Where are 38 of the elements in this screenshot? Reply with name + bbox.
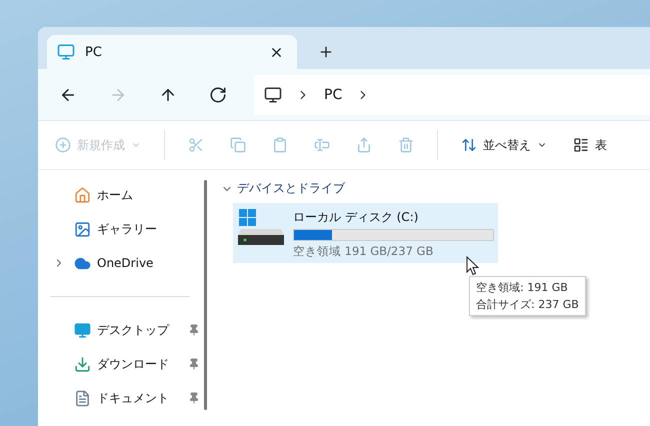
group-header[interactable]: デバイスとドライブ [221,180,650,197]
monitor-icon [57,43,75,61]
monitor-icon [264,86,282,104]
sidebar-item[interactable]: デスクトップ [50,313,200,347]
sort-arrows-icon [461,137,477,153]
tooltip-line: 空き領域: 191 GB [476,280,569,296]
scissors-icon [188,137,204,153]
refresh-icon [209,86,227,104]
tab-title: PC [85,44,103,60]
plus-circle-icon [55,137,71,153]
house-icon [74,186,91,204]
picture-icon [74,220,91,238]
view-button[interactable]: 表 [570,134,610,156]
text-cursor-icon [314,137,330,153]
breadcrumb[interactable]: PC [324,86,342,102]
tab[interactable]: PC [47,35,297,69]
tooltip-line: 合計サイズ: 237 GB [476,297,579,313]
plus-icon [318,44,334,60]
sidebar-item[interactable]: OneDrive [50,246,200,280]
drive-icon [237,207,285,247]
sidebar-item[interactable]: ギャラリー [50,212,200,246]
desktop-icon [74,322,91,338]
share-icon [356,137,372,153]
sidebar-item[interactable]: ドキュメント [50,381,200,415]
address-bar[interactable]: PC [254,74,650,114]
sidebar-item[interactable]: ダウンロード [50,347,200,381]
drive-name: ローカル ディスク (C:) [293,209,420,226]
list-view-icon [573,137,589,153]
scrollbar[interactable] [204,180,207,410]
drive-tile[interactable]: ローカル ディスク (C:) 空き領域 191 GB/237 GB [233,203,498,263]
trash-icon [398,137,414,153]
document-icon [74,390,91,406]
download-arrow-icon [74,356,91,372]
sort-button[interactable]: 並べ替え [458,134,550,156]
copy-icon [230,137,246,153]
clipboard-icon [272,137,288,153]
free-space-text: 空き領域 191 GB/237 GB [293,244,434,259]
sidebar-item[interactable]: ホーム [50,178,200,212]
